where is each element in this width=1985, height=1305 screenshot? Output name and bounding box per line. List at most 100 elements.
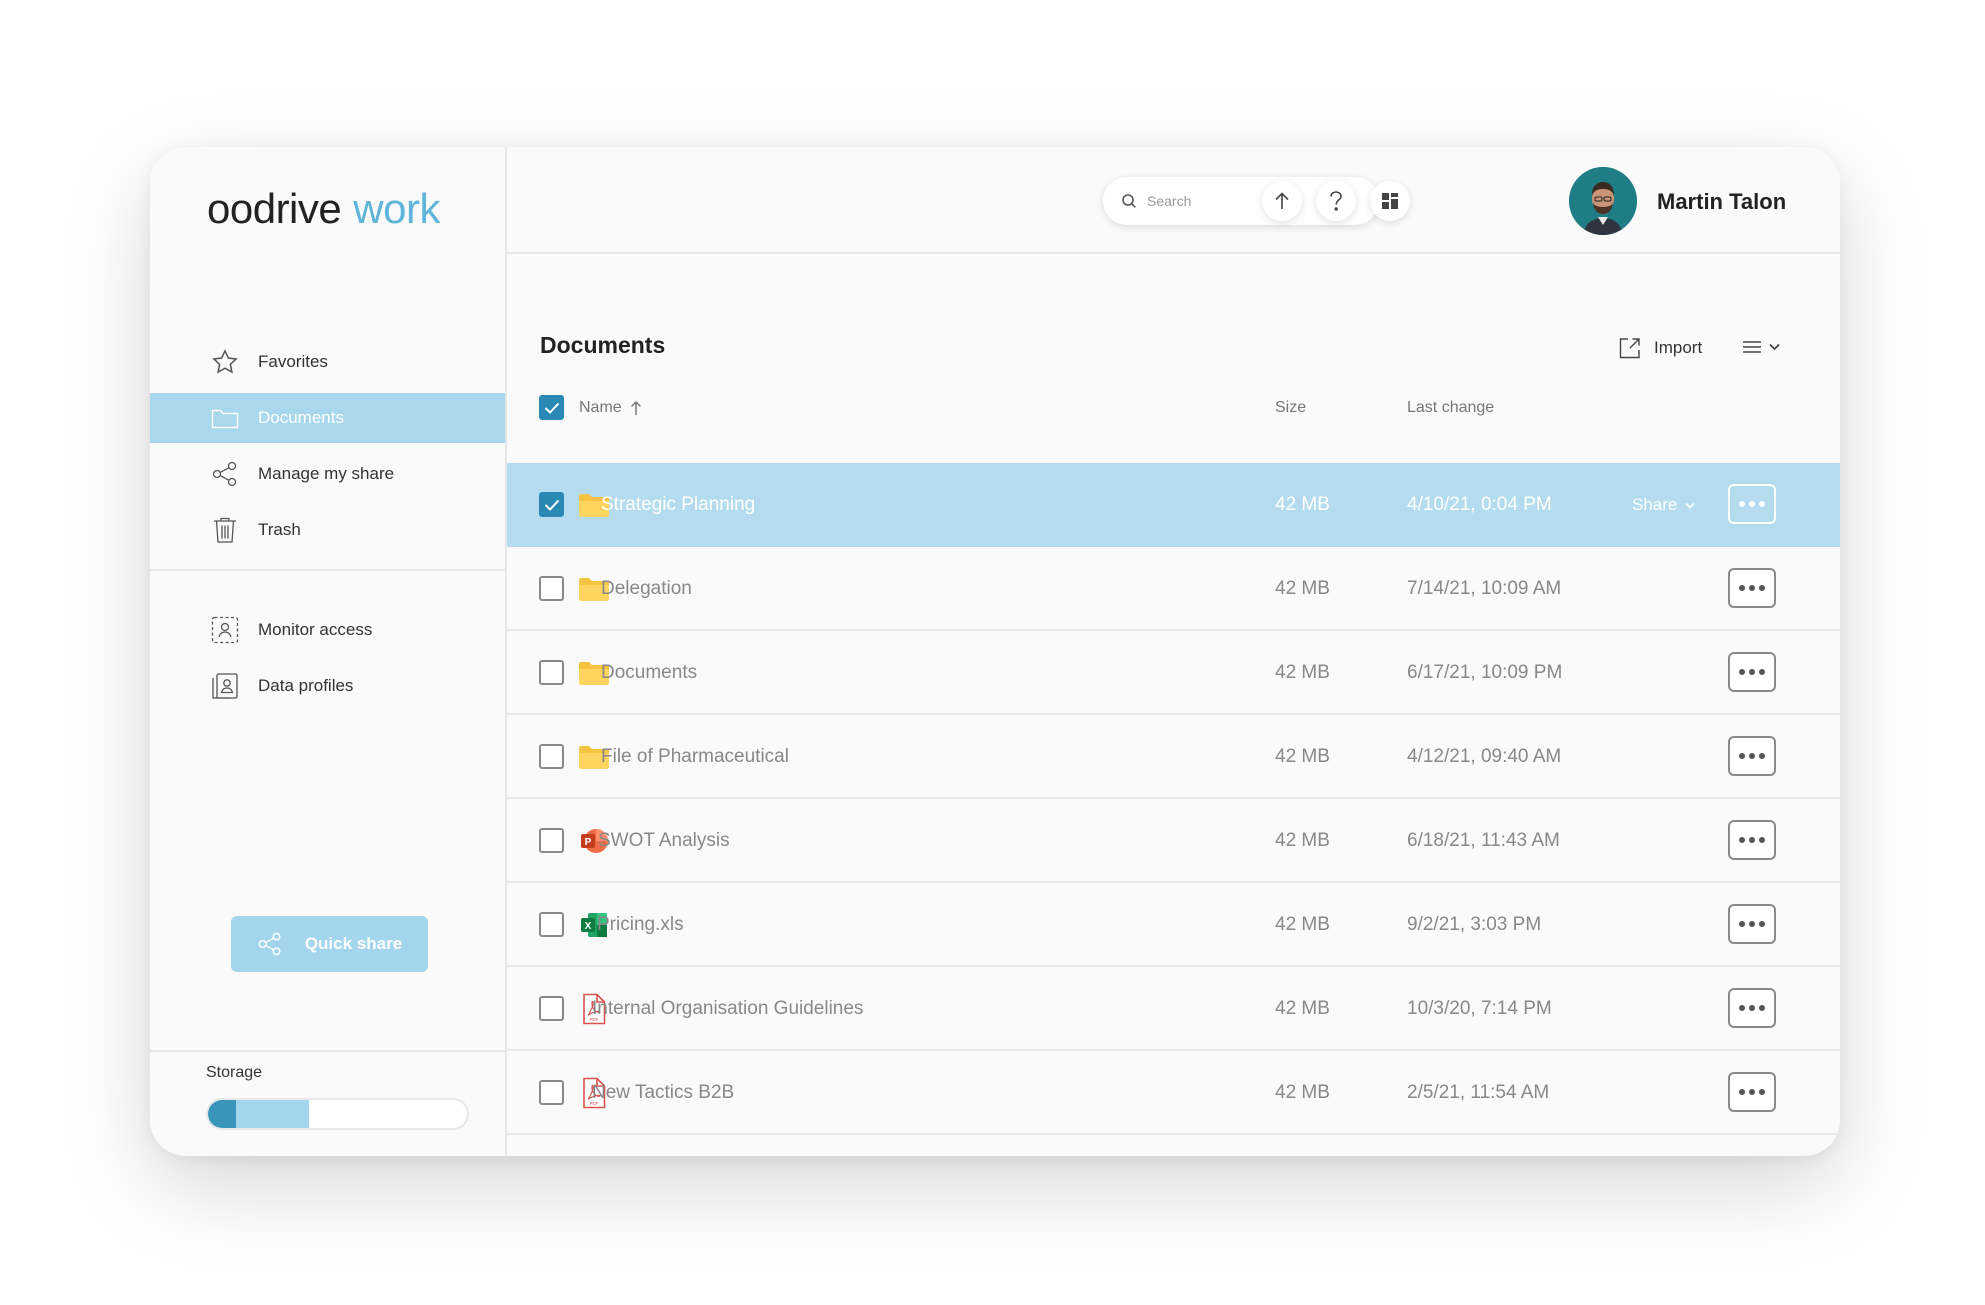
file-name[interactable]: Strategic Planning (601, 494, 755, 516)
sidebar-item-manage-my-share[interactable]: Manage my share (150, 449, 505, 499)
file-name[interactable]: New Tactics B2B (592, 1082, 734, 1104)
table-row[interactable]: PDF Internal Organisation Guidelines 42 … (507, 967, 1840, 1051)
file-last-change: 9/2/21, 3:03 PM (1407, 914, 1542, 935)
table-row[interactable]: Documents 42 MB 6/17/21, 10:09 PM (507, 631, 1840, 715)
table-row[interactable]: Strategic Planning 42 MB 4/10/21, 0:04 P… (507, 463, 1840, 547)
more-options-button[interactable] (1728, 736, 1776, 776)
row-checkbox[interactable] (539, 828, 564, 853)
sort-ascending-icon (630, 400, 642, 416)
file-size: 42 MB (1275, 746, 1330, 767)
sidebar-item-favorites[interactable]: Favorites (150, 337, 505, 387)
avatar[interactable] (1569, 167, 1637, 235)
more-dots-icon (1739, 669, 1765, 675)
file-name[interactable]: SWOT Analysis (598, 830, 730, 852)
row-checkbox[interactable] (539, 660, 564, 685)
share-dropdown[interactable]: Share (1632, 495, 1695, 515)
app-logo[interactable]: oodrive work (205, 185, 440, 233)
sidebar-item-monitor-access[interactable]: Monitor access (150, 605, 505, 655)
page-title: Documents (540, 332, 666, 358)
sidebar-item-label: Manage my share (258, 464, 395, 483)
more-dots-icon (1739, 1089, 1765, 1095)
sidebar-nav-secondary: Monitor access Data profiles (150, 605, 505, 717)
more-options-button[interactable] (1728, 652, 1776, 692)
column-header-last-change[interactable]: Last change (1407, 399, 1494, 417)
check-icon (544, 402, 559, 414)
chevron-down-icon (1769, 343, 1780, 351)
help-icon (1328, 190, 1344, 212)
column-header-label: Name (579, 399, 622, 416)
file-size: 42 MB (1275, 662, 1330, 683)
column-header-label: Last change (1407, 399, 1495, 416)
sidebar-item-data-profiles[interactable]: Data profiles (150, 661, 505, 711)
help-button[interactable] (1316, 181, 1356, 221)
file-last-change: 2/5/21, 11:54 AM (1407, 1082, 1550, 1103)
file-last-change: 10/3/20, 7:14 PM (1407, 998, 1552, 1019)
file-name[interactable]: Internal Organisation Guidelines (592, 998, 863, 1020)
import-label: Import (1654, 338, 1703, 357)
sidebar-item-documents[interactable]: Documents (150, 393, 505, 443)
sidebar: oodrive work Favorites Documents Manage … (150, 147, 507, 1156)
more-options-button[interactable] (1728, 1072, 1776, 1112)
file-name[interactable]: Documents (601, 662, 697, 684)
row-checkbox[interactable] (539, 576, 564, 601)
table-row[interactable]: P SWOT Analysis 42 MB 6/18/21, 11:43 AM (507, 799, 1840, 883)
sidebar-item-trash[interactable]: Trash (150, 505, 505, 555)
sidebar-item-label: Data profiles (258, 676, 354, 695)
row-checkbox[interactable] (539, 1080, 564, 1105)
more-dots-icon (1739, 585, 1765, 591)
quick-share-button[interactable]: Quick share (231, 916, 428, 972)
row-checkbox[interactable] (539, 492, 564, 517)
row-checkbox[interactable] (539, 912, 564, 937)
svg-text:X: X (585, 921, 592, 932)
svg-text:P: P (585, 837, 592, 848)
more-options-button[interactable] (1728, 904, 1776, 944)
column-header-size[interactable]: Size (1275, 399, 1306, 417)
file-size: 42 MB (1275, 914, 1330, 935)
chevron-down-icon (1685, 502, 1695, 509)
logo-product: work (353, 185, 440, 232)
more-options-button[interactable] (1728, 484, 1776, 524)
upload-button[interactable] (1262, 181, 1302, 221)
checkbox-checked[interactable] (539, 395, 564, 420)
file-size: 42 MB (1275, 494, 1330, 515)
file-last-change: 4/10/21, 0:04 PM (1407, 494, 1552, 515)
check-icon (544, 499, 559, 511)
column-header-label: Size (1275, 399, 1307, 416)
list-view-icon (1742, 340, 1762, 354)
more-dots-icon (1739, 753, 1765, 759)
file-last-change: 4/12/21, 09:40 AM (1407, 746, 1562, 767)
more-dots-icon (1739, 501, 1765, 507)
view-options-menu[interactable] (1742, 340, 1780, 354)
file-name[interactable]: Delegation (601, 578, 692, 600)
row-checkbox[interactable] (539, 996, 564, 1021)
more-options-button[interactable] (1728, 988, 1776, 1028)
arrow-up-icon (1273, 191, 1291, 211)
apps-button[interactable] (1370, 181, 1410, 221)
file-size: 42 MB (1275, 1082, 1330, 1103)
grid-apps-icon (1381, 192, 1399, 210)
sidebar-item-label: Trash (258, 520, 301, 539)
storage-label: Storage (206, 1064, 263, 1081)
table-row[interactable]: Delegation 42 MB 7/14/21, 10:09 AM (507, 547, 1840, 631)
row-checkbox[interactable] (539, 744, 564, 769)
select-all-checkbox[interactable] (539, 395, 564, 420)
column-header-name[interactable]: Name (579, 399, 642, 417)
table-row[interactable]: PDF New Tactics B2B 42 MB 2/5/21, 11:54 … (507, 1051, 1840, 1135)
table-row[interactable]: X Pricing.xls 42 MB 9/2/21, 3:03 PM (507, 883, 1840, 967)
more-options-button[interactable] (1728, 568, 1776, 608)
data-profiles-icon (210, 671, 240, 701)
import-button[interactable]: Import (1618, 336, 1702, 360)
file-size: 42 MB (1275, 998, 1330, 1019)
file-name[interactable]: File of Pharmaceutical (601, 746, 789, 768)
search-icon (1121, 193, 1137, 209)
file-name[interactable]: Pricing.xls (597, 914, 684, 936)
storage-bar (206, 1098, 469, 1130)
import-icon (1618, 336, 1642, 360)
more-options-button[interactable] (1728, 820, 1776, 860)
logo-brand: oodrive (207, 185, 342, 232)
sidebar-item-label: Favorites (258, 352, 328, 371)
user-name[interactable]: Martin Talon (1657, 189, 1786, 215)
monitor-access-icon (210, 615, 240, 645)
app-window: oodrive work Favorites Documents Manage … (150, 147, 1840, 1156)
table-row[interactable]: File of Pharmaceutical 42 MB 4/12/21, 09… (507, 715, 1840, 799)
